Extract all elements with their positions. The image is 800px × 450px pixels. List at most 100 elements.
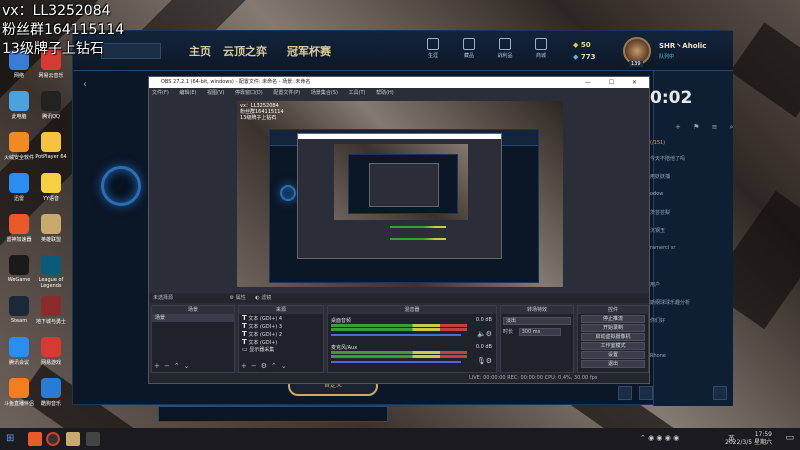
desktop-icon[interactable]: 迅雷: [2, 173, 36, 202]
desktop-icon[interactable]: 酷狗音乐: [34, 378, 68, 407]
social-toolbar-icons[interactable]: + ⚑ ≡ ⌕: [675, 123, 739, 132]
obs-window[interactable]: OBS 27.2.1 (64-bit, windows) - 配置文件: 未命名…: [148, 76, 650, 384]
friend-row[interactable]: 斯纲球球乐趣分析: [650, 299, 720, 311]
system-clock[interactable]: 17:59 2022/3/5 星期六: [725, 431, 772, 447]
menu-profile[interactable]: 配置文件(P): [273, 90, 300, 96]
friend-row[interactable]: 茨芸芸梨: [650, 209, 720, 221]
stop-streaming-button[interactable]: 停止推流: [581, 315, 645, 323]
speaker-icon[interactable]: 🔈⚙: [477, 330, 492, 338]
filters-button[interactable]: ◐ 滤镜: [255, 295, 271, 301]
nav-loot[interactable]: 战利品: [488, 38, 522, 59]
desktop-icon[interactable]: 斗鱼直播伴侣: [2, 378, 36, 407]
friend-row[interactable]: 用妖妖捕: [650, 173, 720, 185]
username[interactable]: SHR丶Aholic: [659, 41, 706, 51]
back-arrow-icon[interactable]: ‹: [83, 79, 87, 90]
scene-controls[interactable]: +−⌃⌄: [154, 362, 193, 370]
volume-meter: [331, 355, 467, 358]
source-toolbar: 未选择源 ⚙ 属性 ◐ 滤镜: [149, 293, 649, 303]
chat-input[interactable]: [158, 406, 388, 422]
transition-select[interactable]: 淡出: [503, 317, 571, 325]
tab-clash[interactable]: 冠军杯赛: [287, 43, 331, 59]
controls-dock: 控件 停止推流 开始录制 启动虚拟摄像机 工作室模式 设置 退出: [577, 305, 649, 373]
friend-row[interactable]: odow: [650, 191, 720, 203]
nav-collection[interactable]: 藏品: [452, 38, 486, 59]
duration-input[interactable]: 300 ms: [518, 328, 561, 336]
help-icon[interactable]: [713, 386, 727, 400]
menu-tools[interactable]: 工具(T): [349, 90, 366, 96]
menu-edit[interactable]: 编辑(E): [179, 90, 196, 96]
menu-scene-collection[interactable]: 场景集合(S): [311, 90, 338, 96]
start-virtual-camera-button[interactable]: 启动虚拟摄像机: [581, 333, 645, 341]
taskbar-lol-icon[interactable]: [66, 432, 80, 446]
store-icon: [535, 38, 547, 50]
desktop-icon[interactable]: Steam: [2, 296, 36, 324]
nav-profile[interactable]: 生涯: [416, 38, 450, 59]
taskbar-app-icon[interactable]: [86, 432, 100, 446]
friend-row[interactable]: 沉钢玉: [650, 227, 720, 239]
desktop-icon-label: 英雄联盟: [40, 237, 61, 243]
desktop-icon[interactable]: League of Legends: [34, 255, 68, 289]
obs-preview[interactable]: vx：LL3252084 粉丝群164115114 13级牌子上钻石: [237, 101, 563, 287]
source-item[interactable]: T 文本 (GDI+) 4: [239, 314, 323, 322]
search-box[interactable]: [101, 43, 161, 59]
source-item[interactable]: T 文本 (GDI+): [239, 338, 323, 346]
tray-icons[interactable]: ⌃ ◉ ◉ ◉ ◉: [640, 434, 679, 442]
start-recording-button[interactable]: 开始录制: [581, 324, 645, 332]
taskbar-obs-icon[interactable]: [46, 432, 60, 446]
be-balance[interactable]: ◆ 773: [573, 53, 595, 61]
tab-tft[interactable]: 云顶之弈: [223, 43, 267, 59]
desktop-icon[interactable]: 此电脑: [2, 91, 36, 120]
menu-file[interactable]: 文件(F): [152, 90, 169, 96]
clock-time: 17:59: [754, 431, 772, 438]
friend-row[interactable]: [650, 335, 720, 347]
tab-home[interactable]: 主页: [189, 43, 211, 59]
nav-collection-label: 藏品: [463, 53, 474, 59]
mission-icon[interactable]: [639, 386, 653, 400]
microphone-icon[interactable]: 🎙⚙: [477, 357, 492, 365]
chat-icon[interactable]: [618, 386, 632, 400]
window-controls[interactable]: — ☐ ✕: [585, 77, 645, 88]
nav-store[interactable]: 商城: [524, 38, 558, 59]
app-icon: [9, 91, 29, 111]
friend-row[interactable]: [650, 263, 720, 275]
source-item[interactable]: T 文本 (GDI+) 2: [239, 330, 323, 338]
app-icon: [41, 214, 61, 234]
desktop-icon[interactable]: YY语音: [34, 173, 68, 202]
volume-fader[interactable]: [331, 361, 461, 363]
notification-icon[interactable]: ▭: [785, 433, 794, 443]
friend-row[interactable]: 用户: [650, 281, 720, 293]
desktop-icon-label: 地下城与勇士: [35, 319, 66, 325]
desktop-icon[interactable]: 地下城与勇士: [34, 296, 68, 325]
source-item[interactable]: T 文本 (GDI+) 3: [239, 322, 323, 330]
obs-status-bar: LIVE: 00:00:00 REC: 00:00:00 CPU: 0.4%, …: [149, 373, 649, 383]
obs-title-bar[interactable]: OBS 27.2.1 (64-bit, windows) - 配置文件: 未命名…: [149, 77, 649, 88]
level-badge: 139: [629, 61, 643, 67]
menu-docks[interactable]: 停靠窗口(D): [235, 90, 263, 96]
exit-button[interactable]: 退出: [581, 360, 645, 368]
desktop-icon[interactable]: 火绒安全软件: [2, 132, 36, 161]
windows-start-icon[interactable]: ⊞: [6, 433, 14, 444]
menu-help[interactable]: 帮助(H): [376, 90, 394, 96]
desktop-icon[interactable]: PotPlayer 64: [34, 132, 68, 160]
friend-row[interactable]: ramerci sr: [650, 245, 720, 257]
desktop-icon[interactable]: 英雄联盟: [34, 214, 68, 243]
settings-button[interactable]: 设置: [581, 351, 645, 359]
source-item[interactable]: ▭ 显示器采集: [239, 346, 323, 354]
menu-view[interactable]: 视图(V): [207, 90, 224, 96]
source-controls[interactable]: +−⚙⌃⌄: [241, 362, 291, 370]
volume-fader[interactable]: [331, 334, 461, 336]
friend-row[interactable]: 你们好: [650, 317, 720, 329]
desktop-icon-label: 酷狗音乐: [40, 401, 61, 407]
desktop-icon[interactable]: 网易游戏: [34, 337, 68, 366]
taskbar-app-icon[interactable]: [28, 432, 42, 446]
desktop-icon[interactable]: 腾讯会议: [2, 337, 36, 366]
desktop-icon[interactable]: 雷神加速器: [2, 214, 36, 243]
studio-mode-button[interactable]: 工作室模式: [581, 342, 645, 350]
properties-button[interactable]: ⚙ 属性: [230, 295, 246, 301]
desktop-icon[interactable]: WeGame: [2, 255, 36, 283]
rp-balance[interactable]: ◆ 50: [573, 41, 591, 49]
friend-row[interactable]: Rhone: [650, 353, 720, 365]
friend-row[interactable]: 今天不陪他了吗: [650, 155, 720, 167]
desktop-icon[interactable]: 腾讯QQ: [34, 91, 68, 120]
scene-item[interactable]: 场景: [152, 314, 234, 322]
